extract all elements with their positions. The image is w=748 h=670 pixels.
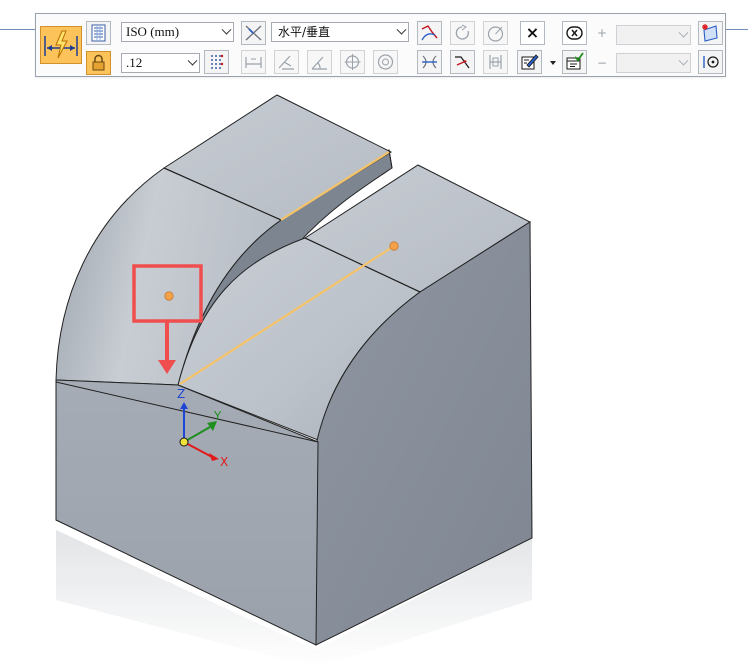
circle-relationship-icon — [487, 26, 504, 42]
radius-dimension-button[interactable] — [373, 50, 398, 74]
coordinate-dimension-icon — [344, 54, 361, 70]
checked-annotation-icon — [566, 52, 584, 70]
distance-between-button[interactable] — [274, 50, 299, 74]
dimension-style-table-icon — [91, 24, 106, 42]
point-icon — [703, 56, 719, 68]
chevron-down-icon[interactable] — [550, 61, 556, 65]
dimension-axis-button[interactable] — [241, 21, 266, 45]
arc-length-button[interactable] — [450, 21, 475, 45]
chevron-down-icon — [187, 55, 198, 66]
edit-annotation-icon — [521, 54, 539, 70]
lock-dimension-button[interactable] — [86, 51, 111, 75]
linear-dimension-icon — [245, 57, 262, 68]
lock-icon — [92, 54, 105, 71]
chevron-down-icon — [678, 55, 689, 66]
plus-sign: + — [597, 26, 608, 40]
distance-between-icon — [278, 55, 294, 70]
orientation-select[interactable]: 水平/垂直 — [271, 22, 409, 42]
symmetric-diameter-button[interactable] — [417, 50, 442, 74]
dimension-ribbon: ISO (mm) .12 水平/垂直 × + − — [35, 13, 726, 77]
tangent-circle-button[interactable] — [450, 50, 475, 74]
3d-viewport[interactable] — [0, 0, 748, 670]
clear-all-button[interactable] — [562, 21, 587, 45]
angle-dimension-icon — [311, 56, 327, 70]
chevron-down-icon — [396, 24, 407, 35]
point-button[interactable] — [698, 50, 723, 74]
arc-length-icon — [455, 24, 469, 40]
keypoint-dot[interactable] — [164, 291, 174, 301]
clear-icon: × — [525, 23, 540, 42]
minus-sign: − — [597, 56, 608, 70]
orientation-value: 水平/垂直 — [278, 25, 331, 39]
x-axis-label: X — [220, 455, 229, 469]
checked-annotation-button[interactable] — [562, 50, 587, 74]
fixed-value-icon — [489, 55, 502, 69]
dimension-plane-icon — [702, 24, 718, 42]
clear-button[interactable]: × — [520, 21, 545, 45]
chamfer-dimension-icon — [421, 25, 438, 41]
circle-relationship-button[interactable] — [483, 21, 508, 45]
font-size-select[interactable]: .12 — [121, 53, 200, 73]
radius-dimension-icon — [377, 54, 394, 70]
keypoint-dot[interactable] — [389, 241, 399, 251]
decimal-precision-button[interactable] — [204, 50, 229, 74]
upper-tolerance-select[interactable] — [616, 25, 691, 45]
font-size-value: .12 — [126, 55, 143, 70]
dimension-axis-icon — [245, 25, 262, 41]
smart-dimension-button[interactable] — [40, 26, 82, 64]
tangent-circle-icon — [455, 56, 470, 69]
dimension-style-select[interactable]: ISO (mm) — [121, 22, 234, 42]
clear-icon — [566, 26, 583, 40]
dimension-plane-button[interactable] — [698, 21, 723, 45]
chevron-down-icon — [221, 24, 232, 35]
edit-annotation-button[interactable] — [517, 50, 542, 74]
fixed-value-button[interactable] — [483, 50, 508, 74]
symmetric-diameter-icon — [422, 55, 437, 69]
angle-dimension-button[interactable] — [307, 50, 332, 74]
y-axis-label: Y — [214, 409, 222, 423]
decimal-precision-icon — [211, 54, 224, 69]
chamfer-dimension-button[interactable] — [417, 21, 442, 45]
lower-tolerance-select[interactable] — [616, 53, 691, 73]
chevron-down-icon — [678, 27, 689, 38]
z-axis-label: Z — [177, 387, 186, 401]
dimension-style-table-button[interactable] — [86, 21, 111, 45]
smart-dimension-icon — [44, 30, 78, 59]
coordinate-dimension-button[interactable] — [340, 50, 365, 74]
origin-point[interactable] — [179, 437, 189, 447]
linear-dimension-button[interactable] — [241, 50, 266, 74]
dimension-style-value: ISO (mm) — [126, 24, 180, 39]
